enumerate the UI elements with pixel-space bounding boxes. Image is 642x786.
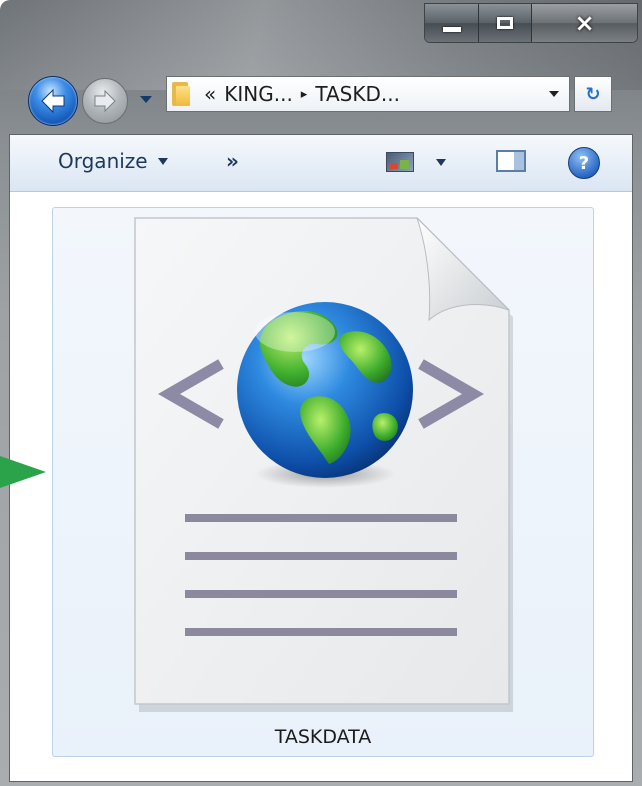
maximize-icon	[497, 17, 514, 29]
command-bar: Organize » ?	[10, 135, 632, 192]
address-dropdown-icon[interactable]	[549, 91, 559, 97]
minimize-button[interactable]	[425, 4, 480, 42]
view-options-dropdown-icon[interactable]	[436, 159, 446, 166]
help-icon[interactable]: ?	[568, 147, 600, 179]
breadcrumb-segment-taskd[interactable]: TASKD...	[315, 82, 400, 106]
forward-arrow-icon	[94, 89, 116, 113]
close-icon: ×	[574, 9, 595, 37]
preview-pane-icon[interactable]	[496, 150, 526, 172]
more-commands-button[interactable]: »	[226, 149, 239, 173]
close-button[interactable]: ×	[532, 4, 637, 42]
green-pointer-arrow-icon	[0, 456, 46, 488]
organize-button[interactable]: Organize	[58, 149, 168, 173]
maximize-button[interactable]	[479, 4, 532, 42]
file-name-label: TASKDATA	[274, 726, 372, 748]
refresh-icon: ↻	[585, 83, 601, 105]
explorer-window: × « KING... ▸ TASKD... ↻ Organize » ? TA…	[0, 0, 642, 786]
navigation-buttons	[22, 74, 162, 126]
minimize-icon	[442, 26, 461, 32]
breadcrumb-separator-icon[interactable]: ▸	[301, 87, 308, 102]
folder-icon	[172, 82, 194, 106]
breadcrumb-segment-king[interactable]: KING...	[224, 82, 293, 106]
address-bar[interactable]: « KING... ▸ TASKD...	[166, 76, 570, 112]
refresh-button[interactable]: ↻	[574, 76, 612, 112]
change-view-icon[interactable]	[386, 152, 414, 172]
caption-buttons: ×	[424, 3, 638, 43]
file-item-tile[interactable]: TASKDATA	[52, 207, 594, 757]
html-document-globe-icon	[134, 217, 513, 712]
forward-button[interactable]	[82, 78, 128, 124]
explorer-client-area: Organize » ? TASKDATA	[9, 134, 633, 782]
back-arrow-icon	[41, 88, 65, 114]
chevron-down-icon	[157, 157, 168, 165]
organize-label: Organize	[58, 149, 148, 173]
recent-pages-dropdown-icon[interactable]	[140, 96, 152, 103]
back-button[interactable]	[28, 76, 78, 126]
address-overflow-chevron[interactable]: «	[204, 82, 216, 106]
